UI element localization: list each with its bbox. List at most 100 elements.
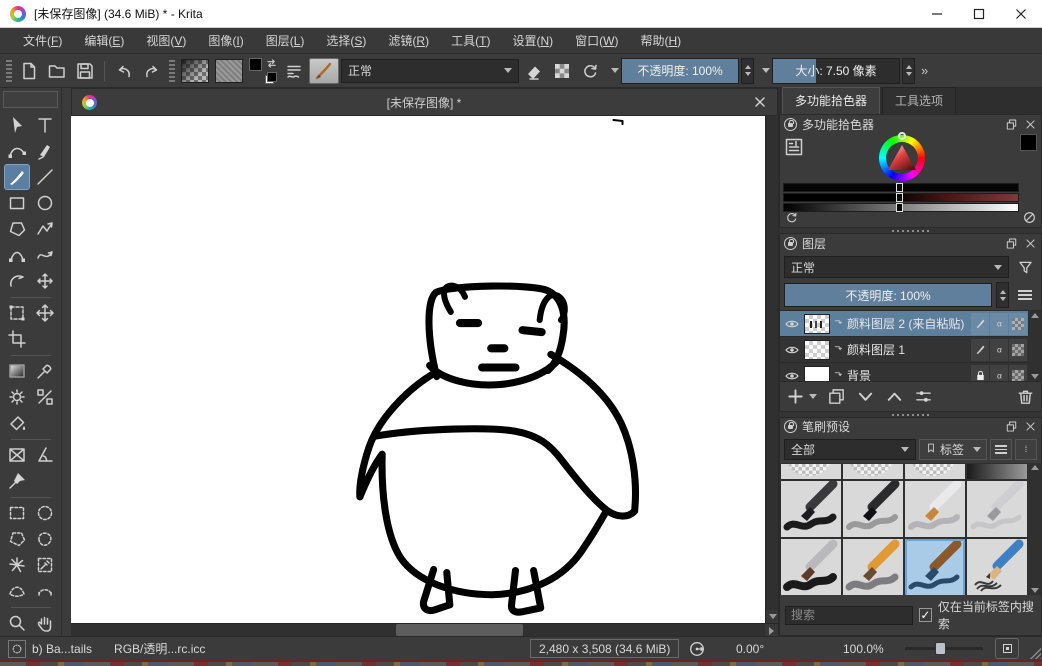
scroll-down-button[interactable] (1031, 374, 1039, 379)
brush-preset-thumbnail[interactable] (781, 481, 841, 537)
tool-move[interactable] (32, 300, 58, 326)
close-docker-icon[interactable] (1023, 237, 1037, 251)
tool-text[interactable] (32, 112, 58, 138)
tool-rect-select[interactable] (4, 500, 30, 526)
tool-transform[interactable] (4, 300, 30, 326)
layer-visibility-eye-icon[interactable] (780, 316, 804, 332)
tool-polygon[interactable] (4, 216, 30, 242)
menu-item-T[interactable]: 工具(T) (440, 32, 501, 49)
reload-preset-button[interactable] (577, 58, 603, 84)
menu-item-N[interactable]: 设置(N) (501, 32, 564, 49)
preset-scrollbar[interactable] (1028, 463, 1041, 595)
brush-preset-thumbnail[interactable] (843, 464, 903, 479)
hue-handle[interactable] (898, 132, 906, 140)
layer-row[interactable]: 颜料图层 1 α (780, 337, 1028, 363)
tool-polygon-select[interactable] (4, 526, 30, 552)
undo-button[interactable] (111, 58, 137, 84)
brush-preset-thumbnail[interactable] (905, 481, 965, 537)
layer-filter-button[interactable] (1013, 256, 1037, 278)
document-close-button[interactable] (743, 96, 777, 108)
search-in-tag-checkbox[interactable]: ✓ (919, 608, 932, 622)
scroll-down-button[interactable] (1031, 588, 1039, 593)
layer-blend-mode-dropdown[interactable]: 正常 (784, 256, 1009, 278)
layer-thumbnail[interactable] (804, 340, 830, 360)
pattern-chooser[interactable] (215, 59, 243, 83)
layer-name[interactable]: 颜料图层 1 (845, 341, 971, 358)
delete-layer-button[interactable] (1016, 387, 1035, 406)
tool-similar-select[interactable] (32, 552, 58, 578)
size-spinner[interactable] (902, 58, 915, 84)
layer-lock-icon[interactable] (971, 365, 989, 383)
tool-gradient[interactable] (4, 358, 30, 384)
tool-ellipse-select[interactable] (32, 500, 58, 526)
zoom-fit-button[interactable] (995, 638, 1019, 659)
gradient-chooser[interactable] (181, 59, 209, 83)
tool-freehand-select[interactable] (32, 526, 58, 552)
vertical-scrollbar[interactable] (765, 116, 778, 623)
layer-opacity-spinner[interactable] (996, 282, 1009, 308)
image-dimensions[interactable]: 2,480 x 3,508 (34.6 MiB) (530, 639, 679, 658)
preset-menu-button[interactable] (990, 439, 1012, 460)
close-button[interactable] (1000, 0, 1042, 28)
tool-magnetic-select[interactable] (32, 578, 58, 604)
tool-bezier-select[interactable] (4, 578, 30, 604)
opacity-spinner[interactable] (741, 58, 754, 84)
tool-dynamic-brush[interactable] (4, 268, 30, 294)
saturation-bar[interactable] (783, 193, 1019, 202)
inherit-alpha-icon[interactable]: α (990, 313, 1008, 335)
selection-mode-icon[interactable] (8, 640, 26, 658)
tool-reference-images[interactable] (4, 442, 30, 468)
inherit-alpha-icon[interactable]: α (990, 339, 1008, 361)
color-wheel[interactable] (879, 135, 925, 181)
open-document-button[interactable] (44, 58, 70, 84)
alpha-lock-icon[interactable] (1009, 365, 1027, 383)
brush-size-slider[interactable]: 大小: 7.50 像素 (772, 58, 900, 84)
brush-preset-thumbnail[interactable] (843, 481, 903, 537)
tool-edit-shapes[interactable] (4, 138, 30, 164)
toolbox-titlebar[interactable] (3, 91, 58, 108)
float-docker-icon[interactable] (1004, 118, 1018, 132)
menu-item-R[interactable]: 滤镜(R) (377, 32, 440, 49)
alpha-lock-icon[interactable] (1009, 313, 1027, 335)
tool-fill[interactable] (4, 410, 30, 436)
background-color[interactable] (267, 72, 277, 82)
brush-preset-thumbnail[interactable] (843, 539, 903, 595)
menu-item-W[interactable]: 窗口(W) (564, 32, 629, 49)
menu-item-F[interactable]: 文件(F) (12, 32, 73, 49)
tool-ellipse[interactable] (32, 190, 58, 216)
float-docker-icon[interactable] (1004, 237, 1018, 251)
brush-preset-thumbnail[interactable] (967, 539, 1027, 595)
brush-preset-thumbnail[interactable] (781, 464, 841, 479)
docker-lock-icon[interactable] (784, 118, 797, 131)
tool-shape-select[interactable] (4, 112, 30, 138)
inherit-alpha-icon[interactable]: α (990, 365, 1008, 383)
close-docker-icon[interactable] (1023, 118, 1037, 132)
layer-thumbnail[interactable] (804, 366, 830, 383)
layer-list-scrollbar[interactable] (1028, 311, 1041, 381)
preset-filter-dropdown[interactable]: 全部 (784, 439, 916, 460)
canvas[interactable] (71, 116, 765, 623)
reload-dropdown-icon[interactable] (611, 68, 619, 73)
alpha-lock-icon[interactable] (1009, 339, 1027, 361)
brush-option-list-button[interactable] (281, 58, 307, 84)
layer-name[interactable]: 背景 (845, 367, 971, 382)
hscroll-handle[interactable] (396, 624, 523, 636)
document-titlebar[interactable]: [未保存图像] * (71, 88, 778, 116)
tool-pattern-edit[interactable] (32, 384, 58, 410)
refresh-colors-icon[interactable] (784, 210, 799, 226)
brush-editor-button[interactable] (309, 58, 339, 84)
layers-menu-button[interactable] (1013, 284, 1037, 306)
foreground-color[interactable] (249, 58, 262, 71)
layer-row[interactable]: 背景 α (780, 363, 1028, 382)
zoom-slider-handle[interactable] (935, 642, 946, 655)
toolbar-overflow-button[interactable]: » (917, 63, 932, 78)
menu-item-H[interactable]: 帮助(H) (629, 32, 692, 49)
menu-item-L[interactable]: 图层(L) (255, 32, 316, 49)
tool-pan[interactable] (32, 610, 58, 636)
preserve-alpha-button[interactable] (549, 58, 575, 84)
tool-bezier-curve[interactable] (4, 242, 30, 268)
tool-line[interactable] (32, 164, 58, 190)
float-docker-icon[interactable] (1004, 420, 1018, 434)
brush-preset-thumbnail[interactable] (967, 464, 1027, 479)
tool-measure[interactable] (32, 442, 58, 468)
